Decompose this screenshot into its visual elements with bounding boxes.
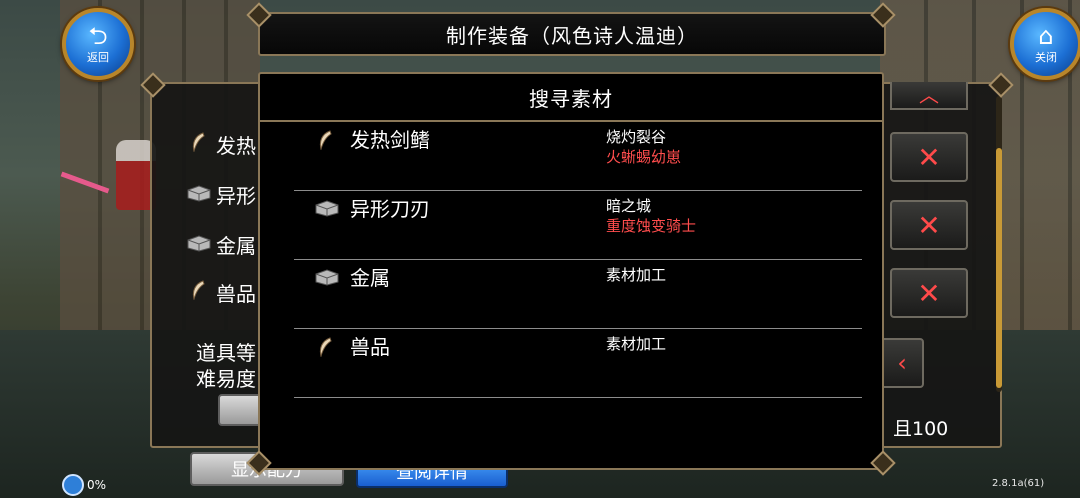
close-icon: ✕ bbox=[917, 140, 941, 174]
remove-material-button[interactable]: ✕ bbox=[890, 132, 968, 182]
source-monster: 火蜥蜴幼崽 bbox=[606, 148, 682, 166]
material-label: 金属 bbox=[216, 234, 256, 258]
list-item[interactable]: 兽品 素材加工 bbox=[294, 329, 862, 398]
material-row: 兽品 bbox=[186, 278, 256, 307]
material-name: 兽品 bbox=[350, 335, 390, 359]
item-level-label: 道具等 bbox=[196, 341, 256, 365]
source-location: 烧灼裂谷 bbox=[606, 128, 667, 146]
popup-title: 搜寻素材 bbox=[260, 74, 882, 122]
metal-box-icon bbox=[186, 233, 211, 257]
material-label: 发热 bbox=[216, 134, 256, 158]
difficulty-label: 难易度 bbox=[196, 367, 256, 391]
claw-icon bbox=[318, 337, 346, 357]
material-label: 兽品 bbox=[216, 282, 256, 306]
requirement-note: ，且100 bbox=[874, 418, 949, 440]
panel-scrollbar[interactable] bbox=[996, 96, 1002, 392]
close-button[interactable]: ⌂ 关闭 bbox=[1010, 8, 1080, 80]
loading-icon bbox=[62, 474, 84, 496]
claw-icon bbox=[186, 280, 210, 305]
load-status: 0% bbox=[62, 474, 106, 496]
window-title: 制作装备（风色诗人温迪） bbox=[446, 23, 698, 48]
load-percent: 0% bbox=[87, 478, 107, 492]
source-location: 素材加工 bbox=[606, 266, 667, 284]
claw-icon bbox=[186, 132, 210, 157]
list-item[interactable]: 发热剑鳍 烧灼裂谷 火蜥蜴幼崽 bbox=[294, 122, 862, 191]
scroll-up-button[interactable]: ︿ bbox=[890, 82, 968, 110]
list-item[interactable]: 金属 素材加工 bbox=[294, 260, 862, 329]
back-button-label: 返回 bbox=[87, 50, 109, 64]
chevron-left-icon: ‹ bbox=[897, 349, 907, 377]
remove-material-button[interactable]: ✕ bbox=[890, 268, 968, 318]
close-button-label: 关闭 bbox=[1035, 50, 1057, 64]
scrollbar-thumb[interactable] bbox=[996, 148, 1002, 388]
material-row: 金属 bbox=[186, 230, 256, 259]
metal-box-icon bbox=[314, 199, 342, 219]
source-monster: 重度蚀变骑士 bbox=[606, 217, 697, 235]
close-icon: ✕ bbox=[917, 276, 941, 310]
chevron-left-button[interactable]: ‹ bbox=[880, 338, 924, 388]
metal-box-icon bbox=[314, 268, 342, 288]
remove-material-button[interactable]: ✕ bbox=[890, 200, 968, 250]
close-icon: ✕ bbox=[917, 208, 941, 242]
material-name: 金属 bbox=[350, 266, 390, 290]
item-info-text: 道具等 难易度 bbox=[196, 340, 256, 392]
source-location: 暗之城 bbox=[606, 197, 652, 215]
metal-box-icon bbox=[186, 183, 211, 207]
material-row: 异形 bbox=[186, 180, 256, 209]
source-location: 素材加工 bbox=[606, 335, 667, 353]
window-title-bar: 制作装备（风色诗人温迪） bbox=[258, 12, 886, 56]
material-name: 异形刀刃 bbox=[350, 197, 430, 221]
back-button[interactable]: ⮌ 返回 bbox=[62, 8, 134, 80]
chevron-up-icon: ︿ bbox=[919, 83, 939, 107]
home-icon: ⌂ bbox=[1038, 21, 1054, 50]
back-arrow-icon: ⮌ bbox=[88, 21, 108, 50]
material-name: 发热剑鳍 bbox=[350, 128, 430, 152]
material-source-list: 发热剑鳍 烧灼裂谷 火蜥蜴幼崽 异形刀刃 暗之城 重度蚀变骑士 金属 素材加工 … bbox=[294, 122, 862, 398]
search-materials-popup: 搜寻素材 发热剑鳍 烧灼裂谷 火蜥蜴幼崽 异形刀刃 暗之城 重度蚀变骑士 金属 … bbox=[258, 72, 884, 470]
claw-icon bbox=[318, 130, 346, 150]
version-label: 2.8.1a(61) bbox=[992, 478, 1045, 489]
material-row: 发热 bbox=[186, 130, 256, 159]
list-item[interactable]: 异形刀刃 暗之城 重度蚀变骑士 bbox=[294, 191, 862, 260]
material-label: 异形 bbox=[216, 184, 256, 208]
